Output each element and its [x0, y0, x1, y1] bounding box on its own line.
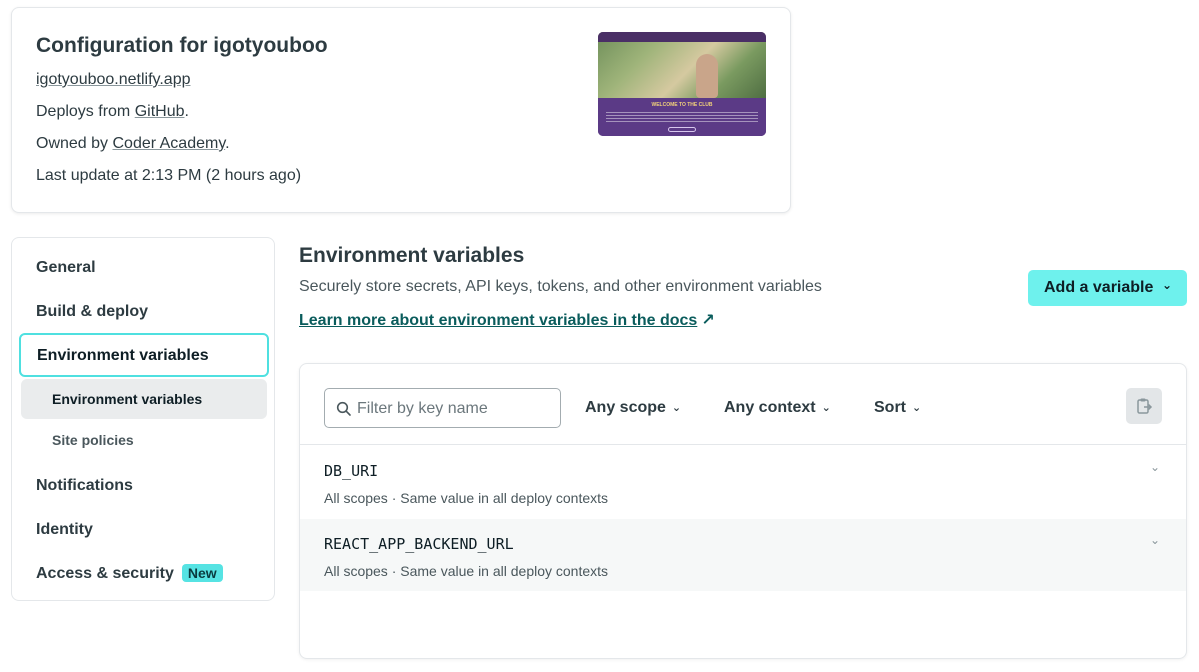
owned-by-line: Owned by Coder Academy.	[36, 135, 230, 153]
thumbnail-navbar	[598, 32, 766, 42]
owner-link[interactable]: Coder Academy	[112, 135, 225, 152]
sidenav-subitem-environment-variables[interactable]: Environment variables	[21, 379, 267, 419]
chevron-down-icon[interactable]: ⌄	[1150, 533, 1160, 547]
sort-dropdown[interactable]: Sort ⌄	[874, 399, 921, 417]
new-badge: New	[181, 564, 223, 582]
deploys-from-suffix: .	[184, 103, 189, 120]
context-dropdown[interactable]: Any context ⌄	[724, 399, 831, 417]
thumbnail-headline: WELCOME TO THE CLUB	[651, 102, 713, 108]
env-variables-panel: Any scope ⌄ Any context ⌄ Sort ⌄ DB_URI All…	[299, 363, 1187, 659]
env-variable-row[interactable]: DB_URI All scopes · Same value in all de…	[300, 446, 1186, 518]
copy-variables-button[interactable]	[1126, 388, 1162, 424]
external-link-arrow-icon: ↗	[701, 312, 715, 329]
thumbnail-body-text	[606, 112, 758, 122]
add-variable-label: Add a variable	[1044, 279, 1154, 296]
context-dropdown-label: Any context	[724, 399, 816, 416]
sort-dropdown-label: Sort	[874, 399, 906, 416]
filter-by-key-input[interactable]	[357, 398, 552, 420]
thumbnail-button	[668, 127, 696, 132]
deploys-from-prefix: Deploys from	[36, 103, 135, 120]
settings-sidenav: General Build & deploy Environment varia…	[11, 237, 275, 601]
site-preview-thumbnail[interactable]: WELCOME TO THE CLUB	[598, 32, 766, 136]
last-update-text: Last update at 2:13 PM (2 hours ago)	[36, 167, 302, 184]
chevron-down-icon: ⌄	[912, 402, 922, 414]
github-link[interactable]: GitHub	[135, 103, 185, 120]
page-title: Environment variables	[299, 244, 525, 267]
site-config-title: Configuration for igotyouboo	[36, 34, 328, 57]
owned-by-suffix: .	[225, 135, 230, 152]
site-url-line: igotyouboo.netlify.app	[36, 71, 190, 89]
sidenav-item-access-security[interactable]: Access & security New	[36, 564, 223, 583]
sidenav-subitem-label: Environment variables	[52, 391, 203, 407]
page-subtitle: Securely store secrets, API keys, tokens…	[299, 278, 822, 295]
sidenav-item-general[interactable]: General	[36, 259, 96, 277]
scope-dropdown-label: Any scope	[585, 399, 666, 416]
site-url-link[interactable]: igotyouboo.netlify.app	[36, 71, 190, 88]
chevron-down-icon[interactable]: ⌄	[1150, 460, 1160, 474]
env-variable-row[interactable]: REACT_APP_BACKEND_URL All scopes · Same …	[300, 519, 1186, 591]
chevron-down-icon: ⌄	[1162, 278, 1173, 292]
sidenav-subitem-site-policies[interactable]: Site policies	[52, 432, 134, 448]
filter-field[interactable]	[324, 388, 561, 428]
site-config-card: Configuration for igotyouboo igotyouboo.…	[11, 7, 791, 213]
thumbnail-person-figure	[696, 54, 718, 98]
sidenav-item-environment-variables[interactable]: Environment variables	[19, 333, 269, 377]
clipboard-copy-icon	[1137, 398, 1153, 414]
search-icon	[336, 401, 351, 416]
chevron-down-icon: ⌄	[671, 402, 682, 414]
add-variable-button[interactable]: Add a variable ⌄	[1028, 270, 1187, 306]
sidenav-item-notifications[interactable]: Notifications	[36, 477, 133, 495]
variable-meta: All scopes · Same value in all deploy co…	[324, 563, 609, 579]
panel-divider	[300, 444, 1186, 445]
docs-link-label: Learn more about environment variables i…	[299, 312, 698, 329]
scope-dropdown[interactable]: Any scope ⌄	[585, 399, 681, 417]
deploys-from-line: Deploys from GitHub.	[36, 103, 189, 121]
chevron-down-icon: ⌄	[821, 402, 831, 414]
variable-key: REACT_APP_BACKEND_URL	[324, 535, 514, 553]
sidenav-item-identity[interactable]: Identity	[36, 521, 93, 539]
docs-link[interactable]: Learn more about environment variables i…	[299, 310, 715, 330]
variable-meta: All scopes · Same value in all deploy co…	[324, 490, 609, 506]
sidenav-item-label: Environment variables	[37, 347, 209, 364]
variable-key: DB_URI	[324, 462, 379, 480]
sidenav-item-label: Access & security	[36, 565, 174, 582]
owned-by-prefix: Owned by	[36, 135, 113, 152]
sidenav-item-build-deploy[interactable]: Build & deploy	[36, 303, 148, 321]
